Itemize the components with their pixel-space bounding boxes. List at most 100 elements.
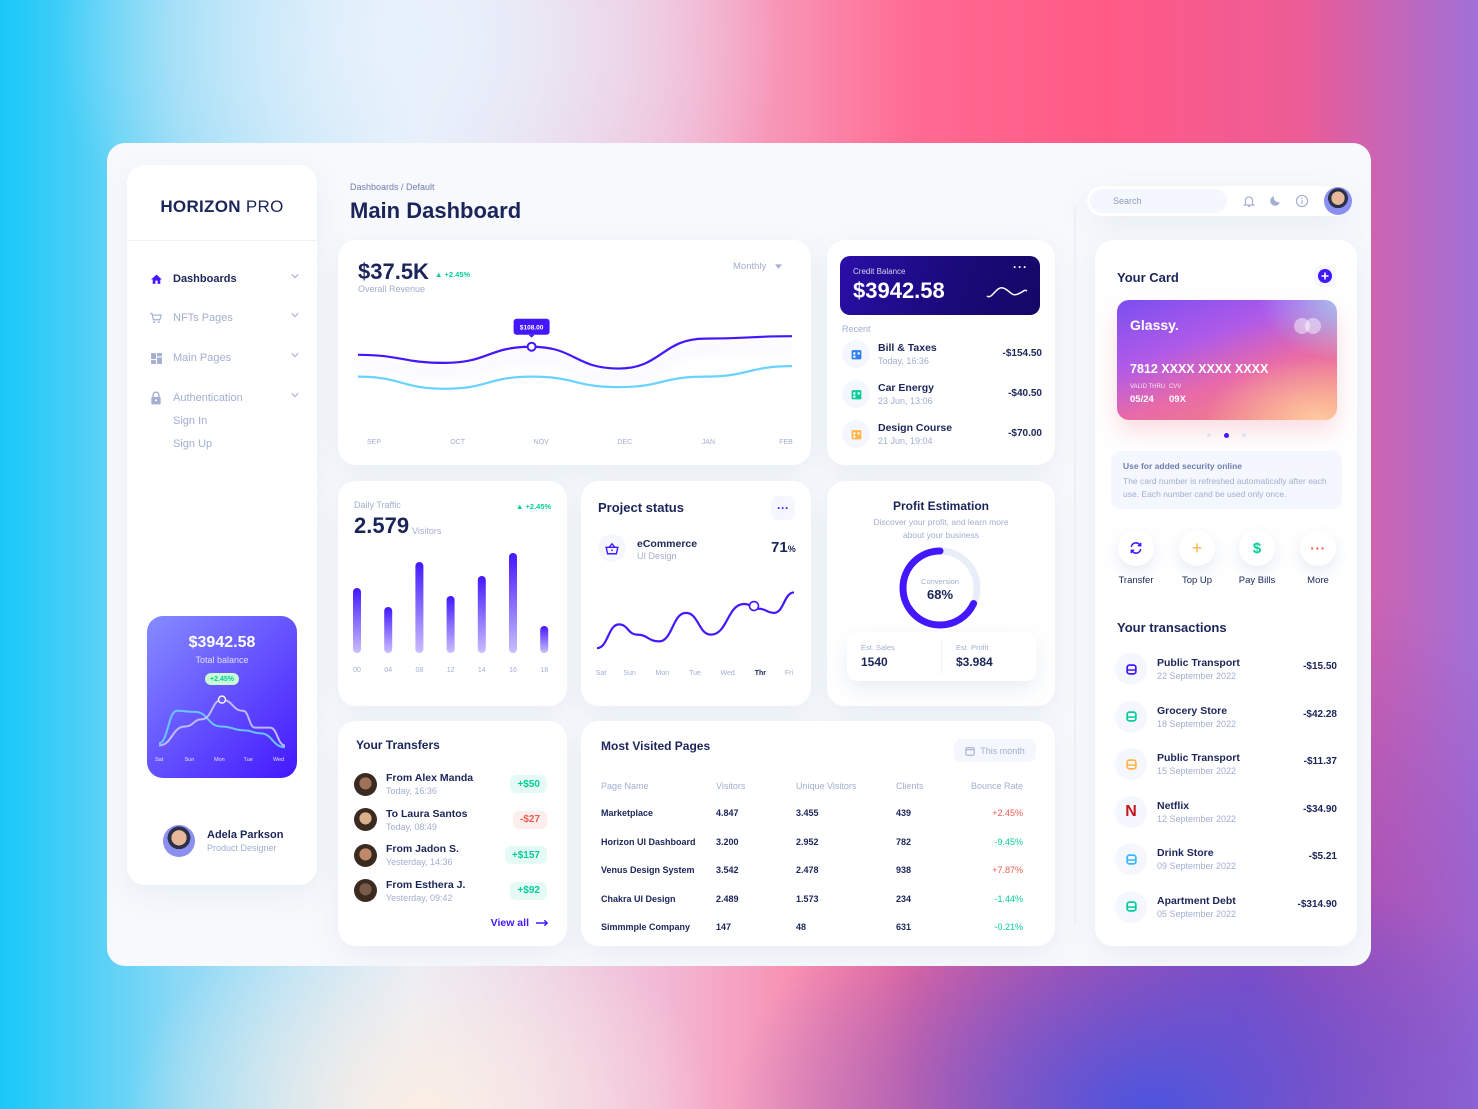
transaction-name: Design Course xyxy=(878,422,953,434)
table-row[interactable]: Simmmple Company 147 48 631 -0.21% xyxy=(601,913,1031,942)
table-row[interactable]: Horizon UI Dashboard 3.200 2.952 782 -9.45% xyxy=(601,828,1031,857)
sidebar-item-authentication[interactable]: Authentication xyxy=(149,388,299,408)
table-cell: -9.45% xyxy=(994,836,1023,847)
sidebar-item-dashboards[interactable]: Dashboards xyxy=(149,269,299,289)
sidebar-item-nfts[interactable]: NFTs Pages xyxy=(149,308,299,328)
highlight-point[interactable] xyxy=(748,600,760,612)
transaction-amount: -$314.90 xyxy=(1297,898,1337,910)
transfer-action[interactable]: Transfer xyxy=(1116,530,1156,586)
column-header[interactable]: Visitors xyxy=(716,773,796,799)
more-icon[interactable]: ··· xyxy=(1013,260,1028,274)
date-filter-button[interactable]: This month xyxy=(954,739,1036,762)
wave-icon xyxy=(986,287,1028,298)
transaction-row[interactable]: Apartment Debt 05 September 2022 -$314.90 xyxy=(1115,887,1337,927)
table-row[interactable]: Chakra UI Design 2.489 1.573 234 -1.44% xyxy=(601,885,1031,914)
table-row[interactable]: Marketplace 4.847 3.455 439 +2.45% xyxy=(601,799,1031,828)
transfer-icon xyxy=(1118,530,1154,566)
column-header[interactable]: Page Name xyxy=(601,773,716,799)
project-percent: 71% xyxy=(771,539,796,556)
carousel-dot-active[interactable] xyxy=(1224,432,1229,438)
visited-table: Page Name Visitors Unique Visitors Clients B… xyxy=(601,773,1031,942)
balance-label: Total balance xyxy=(195,655,249,665)
transaction-row[interactable]: Grocery Store 18 September 2022 -$42.28 xyxy=(1115,697,1337,737)
more-action[interactable]: ··· More xyxy=(1298,530,1338,586)
x-tick-label: SEP xyxy=(367,439,381,446)
transaction-text: Grocery Store 18 September 2022 xyxy=(1157,705,1236,729)
sidebar-subitem-sign-in[interactable]: Sign In xyxy=(173,415,207,427)
profit-subtitle: Discover your profit, and learn more abo… xyxy=(873,517,1009,540)
x-tick-label: Tue xyxy=(689,670,701,677)
view-all-link[interactable]: View all xyxy=(491,917,549,929)
highlight-point[interactable] xyxy=(217,695,227,704)
x-tick-label: Sat xyxy=(155,757,164,763)
x-tick-label: Mon xyxy=(656,670,670,677)
project-menu-button[interactable]: ··· xyxy=(771,496,795,520)
bell-icon[interactable] xyxy=(1242,194,1256,208)
tooltip-pointer xyxy=(528,334,535,338)
x-tick-label: Sat xyxy=(596,670,607,677)
top-up-label: Top Up xyxy=(1181,575,1213,586)
stats-divider xyxy=(941,640,942,674)
search-input[interactable] xyxy=(1090,189,1227,213)
sidebar-item-label: Main Pages xyxy=(173,352,232,364)
transfer-text: To Laura Santos Today, 08:49 xyxy=(386,808,467,832)
traffic-bar[interactable] xyxy=(415,562,424,653)
sidebar-divider xyxy=(127,240,317,241)
valid-thru-value: 05/24 xyxy=(1130,394,1154,405)
x-tick-label: Mon xyxy=(214,757,225,763)
top-up-action[interactable]: + Top Up xyxy=(1177,530,1217,586)
info-icon[interactable] xyxy=(1295,194,1309,208)
credit-card[interactable]: Glassy. 7812 XXXX XXXX XXXX VALID THRU 0… xyxy=(1117,300,1337,420)
pay-bills-action[interactable]: $ Pay Bills xyxy=(1237,530,1277,586)
transaction-row[interactable]: Public Transport 22 September 2022 -$15.50 xyxy=(1115,649,1337,689)
est-sales-label: Est. Sales xyxy=(861,643,895,652)
card-network-icon xyxy=(1294,318,1322,334)
daily-traffic-card: Daily Traffic 2.579 Visitors ▲ +2.45% 00… xyxy=(338,481,567,706)
traffic-bar[interactable] xyxy=(353,588,361,653)
period-select[interactable]: Monthly xyxy=(733,261,783,272)
sidebar-item-main-pages[interactable]: Main Pages xyxy=(149,348,299,368)
brand-logo: HORIZON PRO xyxy=(127,197,317,217)
breadcrumb[interactable]: Dashboards / Default xyxy=(350,182,435,192)
column-header[interactable]: Bounce Rate xyxy=(966,773,1031,799)
user-profile[interactable]: Adela Parkson Product Designer xyxy=(163,825,283,857)
lock-icon xyxy=(149,391,163,405)
moon-icon[interactable] xyxy=(1269,194,1282,207)
transaction-row[interactable]: Drink Store 09 September 2022 -$5.21 xyxy=(1115,839,1337,879)
your-card-panel: Your Card Glassy. 7812 XXXX XXXX XXXX VA… xyxy=(1095,240,1357,946)
x-tick-label: 04 xyxy=(384,667,392,674)
add-card-button[interactable] xyxy=(1314,265,1336,287)
sidebar-item-label: NFTs Pages xyxy=(173,312,233,324)
page-title: Main Dashboard xyxy=(350,198,522,223)
project-name: eCommerce xyxy=(637,538,698,550)
profit-title: Profit Estimation xyxy=(892,499,989,513)
avatar xyxy=(163,825,195,857)
scrollbar[interactable] xyxy=(1074,205,1076,925)
recent-transaction-row[interactable]: Bill & Taxes Today, 16:36 -$154.50 xyxy=(842,339,1042,369)
traffic-bar[interactable] xyxy=(384,607,393,653)
header-avatar[interactable] xyxy=(1324,187,1352,215)
table-row[interactable]: Venus Design System 3.542 2.478 938 +7.87% xyxy=(601,856,1031,885)
transfer-name: From Esthera J. xyxy=(386,878,466,891)
revenue-change: ▲ +2.45% xyxy=(435,270,470,279)
recent-transaction-row[interactable]: Car Energy 23 Jun, 13:06 -$40.50 xyxy=(842,379,1042,409)
transaction-date: Today, 16:36 xyxy=(878,356,929,366)
carousel-dot[interactable] xyxy=(1207,433,1211,437)
highlight-point[interactable] xyxy=(526,341,537,352)
transaction-date: 05 September 2022 xyxy=(1157,908,1237,919)
traffic-bar[interactable] xyxy=(540,626,549,653)
column-header[interactable]: Clients xyxy=(896,773,966,799)
traffic-bar[interactable] xyxy=(509,553,517,653)
x-tick-label: Wed xyxy=(273,757,285,763)
recent-transaction-row[interactable]: Design Course 21 Jun, 19:04 -$70.00 xyxy=(842,419,1042,449)
traffic-bar[interactable] xyxy=(446,596,455,653)
table-cell: -1.44% xyxy=(994,893,1023,904)
conversion-value: 68% xyxy=(926,587,954,602)
carousel-dot[interactable] xyxy=(1242,433,1246,437)
transaction-row[interactable]: N Netflix 12 September 2022 -$34.90 xyxy=(1115,792,1337,832)
column-header[interactable]: Unique Visitors xyxy=(796,773,896,799)
sidebar-subitem-sign-up[interactable]: Sign Up xyxy=(173,438,212,450)
transaction-row[interactable]: Public Transport 15 September 2022 -$11.37 xyxy=(1115,744,1337,784)
traffic-bar[interactable] xyxy=(477,576,486,653)
project-subtitle: UI Design xyxy=(637,551,677,561)
